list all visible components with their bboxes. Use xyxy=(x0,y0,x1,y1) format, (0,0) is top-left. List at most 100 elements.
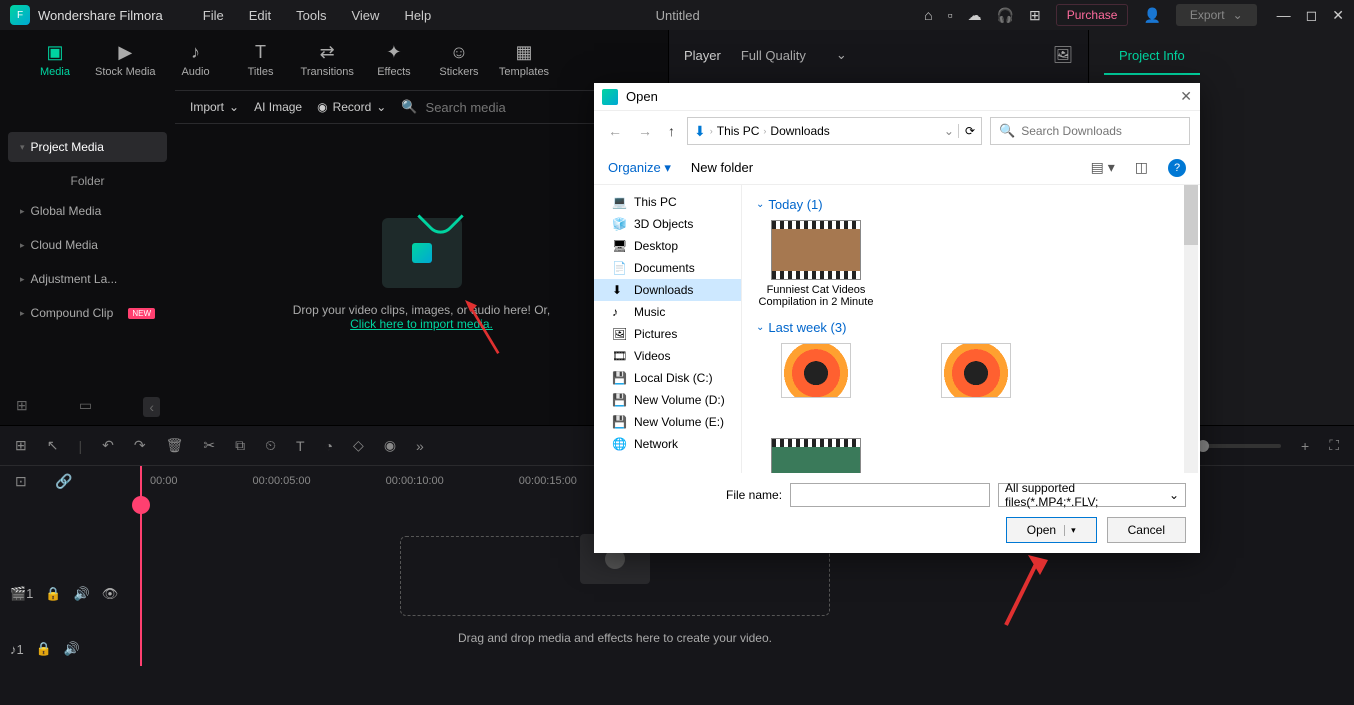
options-icon[interactable]: ⊞ xyxy=(15,437,27,454)
tree-pictures[interactable]: 🖼Pictures xyxy=(594,323,741,345)
tab-media[interactable]: ▣Media xyxy=(30,42,80,78)
new-folder-icon[interactable]: ⊞ xyxy=(16,397,28,417)
file-item[interactable] xyxy=(756,343,876,398)
group-today[interactable]: ⌄Today (1) xyxy=(756,197,1186,212)
snapshot-icon[interactable]: 🖼 xyxy=(1053,45,1073,65)
quality-dropdown[interactable]: Full Quality⌄ xyxy=(741,47,847,63)
split-icon[interactable]: ✂ xyxy=(203,437,215,454)
organize-button[interactable]: Organize ▾ xyxy=(608,160,671,176)
lock-icon[interactable]: 🔒 xyxy=(36,641,52,657)
export-button[interactable]: Export⌄ xyxy=(1176,4,1257,26)
apps-icon[interactable]: ⊞ xyxy=(1029,7,1041,24)
purchase-button[interactable]: Purchase xyxy=(1056,4,1129,26)
tree-3d-objects[interactable]: 🧊3D Objects xyxy=(594,213,741,235)
open-button[interactable]: Open▾ xyxy=(1006,517,1097,543)
tree-videos[interactable]: 🎞Videos xyxy=(594,345,741,367)
more-icon[interactable]: » xyxy=(416,438,424,454)
tab-transitions[interactable]: ⇄Transitions xyxy=(301,42,354,78)
crop-icon[interactable]: ⧉ xyxy=(235,437,245,454)
folder-icon[interactable]: ▭ xyxy=(79,397,92,417)
tree-local-disk-c[interactable]: 💾Local Disk (C:) xyxy=(594,367,741,389)
file-item[interactable]: Funniest Cat Videos Compilation in 2 Min… xyxy=(756,220,876,308)
path-segment[interactable]: This PC xyxy=(717,124,760,138)
select-tool-icon[interactable]: ↖ xyxy=(47,437,59,454)
tree-downloads[interactable]: ⬇Downloads xyxy=(594,279,741,301)
nav-back-icon[interactable]: ← xyxy=(604,123,626,139)
tree-network[interactable]: 🌐Network xyxy=(594,433,741,455)
file-item[interactable] xyxy=(916,343,1036,398)
text-icon[interactable]: T xyxy=(296,438,305,454)
tree-this-pc[interactable]: 💻This PC xyxy=(594,191,741,213)
tab-stickers[interactable]: ☺Stickers xyxy=(434,42,484,78)
menu-edit[interactable]: Edit xyxy=(249,8,271,23)
tree-desktop[interactable]: 🖥Desktop xyxy=(594,235,741,257)
help-icon[interactable]: ? xyxy=(1168,159,1186,177)
sidebar-folder[interactable]: Folder xyxy=(8,166,167,196)
tree-volume-e[interactable]: 💾New Volume (E:) xyxy=(594,411,741,433)
motion-icon[interactable]: ◉ xyxy=(384,437,396,454)
close-icon[interactable]: ✕ xyxy=(1332,7,1344,24)
search-input[interactable] xyxy=(426,100,602,115)
filename-input[interactable] xyxy=(790,483,990,507)
tab-titles[interactable]: TTitles xyxy=(236,42,286,78)
record-button[interactable]: ◉ Record ⌄ xyxy=(317,100,386,114)
headphones-icon[interactable]: 🎧 xyxy=(997,7,1014,24)
lock-icon[interactable]: 🔒 xyxy=(45,586,61,602)
view-mode-icon[interactable]: ▤ ▾ xyxy=(1091,159,1115,176)
maximize-icon[interactable]: ◻ xyxy=(1306,7,1318,24)
tree-music[interactable]: ♪Music xyxy=(594,301,741,323)
speed-icon[interactable]: ⏲ xyxy=(265,437,276,454)
refresh-icon[interactable]: ⟳ xyxy=(958,124,975,138)
sidebar-global-media[interactable]: ▸Global Media xyxy=(8,196,167,226)
new-folder-button[interactable]: New folder xyxy=(691,160,753,175)
chevron-down-icon[interactable]: ⌄ xyxy=(944,124,954,138)
dialog-close-icon[interactable]: ✕ xyxy=(1180,88,1192,105)
save-icon[interactable]: ▫ xyxy=(948,7,953,23)
collapse-icon[interactable]: ‹ xyxy=(143,397,160,417)
tree-documents[interactable]: 📄Documents xyxy=(594,257,741,279)
redo-icon[interactable]: ↷ xyxy=(134,437,146,454)
cancel-button[interactable]: Cancel xyxy=(1107,517,1186,543)
tab-templates[interactable]: ▦Templates xyxy=(499,42,549,78)
path-bar[interactable]: ⬇ › This PC › Downloads ⌄ ⟳ xyxy=(687,117,982,145)
import-button[interactable]: Import ⌄ xyxy=(190,100,239,114)
dialog-search-input[interactable] xyxy=(1021,124,1181,138)
menu-help[interactable]: Help xyxy=(404,8,431,23)
mute-icon[interactable]: 🔊 xyxy=(74,586,90,602)
cloud-icon[interactable]: ☁ xyxy=(968,7,982,24)
device-icon[interactable]: ⌂ xyxy=(924,7,932,23)
menu-view[interactable]: View xyxy=(351,8,379,23)
ai-image-button[interactable]: AI Image xyxy=(254,100,302,114)
tab-audio[interactable]: ♪Audio xyxy=(171,42,221,78)
minimize-icon[interactable]: — xyxy=(1277,7,1291,24)
visibility-icon[interactable]: 👁 xyxy=(102,586,119,602)
nav-forward-icon[interactable]: → xyxy=(634,123,656,139)
tab-stock-media[interactable]: ▶Stock Media xyxy=(95,42,156,78)
undo-icon[interactable]: ↶ xyxy=(102,437,114,454)
sidebar-project-media[interactable]: ▾Project Media xyxy=(8,132,167,162)
file-list-scrollbar[interactable] xyxy=(1184,185,1198,473)
menu-file[interactable]: File xyxy=(203,8,224,23)
project-info-tab[interactable]: Project Info xyxy=(1104,38,1200,75)
group-last-week[interactable]: ⌄Last week (3) xyxy=(756,320,1186,335)
link-icon[interactable]: 🔗 xyxy=(55,473,72,490)
nav-up-icon[interactable]: ↑ xyxy=(664,123,679,139)
menu-tools[interactable]: Tools xyxy=(296,8,326,23)
color-icon[interactable]: ◔ xyxy=(325,438,333,454)
tab-effects[interactable]: ✦Effects xyxy=(369,42,419,78)
sidebar-cloud-media[interactable]: ▸Cloud Media xyxy=(8,230,167,260)
sidebar-adjustment-layer[interactable]: ▸Adjustment La... xyxy=(8,264,167,294)
lock-track-icon[interactable]: ⊡ xyxy=(15,473,27,490)
import-link[interactable]: Click here to import media. xyxy=(350,317,493,331)
fit-icon[interactable]: ⛶ xyxy=(1329,437,1339,454)
filetype-dropdown[interactable]: All supported files(*.MP4;*.FLV;⌄ xyxy=(998,483,1186,507)
mute-icon[interactable]: 🔊 xyxy=(64,641,80,657)
file-item[interactable] xyxy=(756,438,876,473)
path-segment[interactable]: Downloads xyxy=(770,124,829,138)
video-track-icon[interactable]: 🎬1 xyxy=(10,586,33,602)
sidebar-compound-clip[interactable]: ▸Compound ClipNEW xyxy=(8,298,167,328)
keyframe-icon[interactable]: ◇ xyxy=(353,437,364,454)
zoom-in-icon[interactable]: + xyxy=(1301,438,1309,454)
tree-volume-d[interactable]: 💾New Volume (D:) xyxy=(594,389,741,411)
delete-icon[interactable]: 🗑 xyxy=(166,437,184,454)
